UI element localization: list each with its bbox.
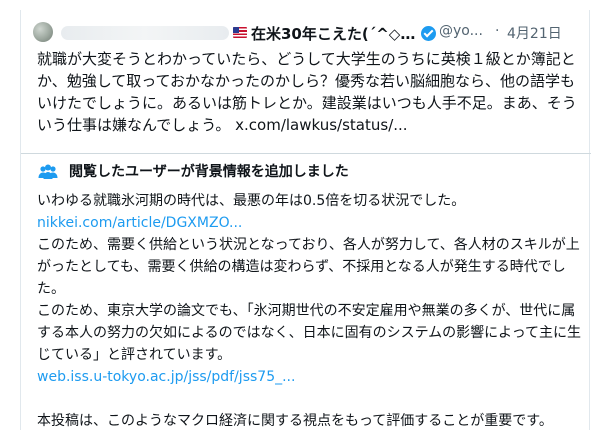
community-note-header: 閲覧したユーザーが背景情報を追加しました <box>37 162 577 182</box>
tweet-header: 在米30年こえた(´^◇^)... @yo... · 4月21日 <box>21 18 591 46</box>
separator-dot: · <box>495 23 500 39</box>
tweet-card: 在米30年こえた(´^◇^)... @yo... · 4月21日 就職が大変そう… <box>20 10 591 430</box>
note-link-utokyo[interactable]: web.iss.u-tokyo.ac.jp/jss/pdf/jss75_... <box>37 366 589 388</box>
note-paragraph: このため、需要く供給という状況となっており、各人が努力して、各人材のスキルが上が… <box>37 237 580 297</box>
note-paragraph: このため、東京大学の論文でも、「氷河期世代の不安定雇用や無業の多くが、世代に属す… <box>37 303 582 363</box>
user-handle[interactable]: @yo... <box>439 23 483 39</box>
note-paragraph: いわゆる就職氷河期の時代は、最悪の年は0.5倍を切る状況でした。 <box>37 193 466 209</box>
blurred-username <box>61 26 229 40</box>
timestamp[interactable]: 4月21日 <box>507 23 562 43</box>
community-note: 閲覧したユーザーが背景情報を追加しました いわゆる就職氷河期の時代は、最悪の年は… <box>21 153 591 430</box>
display-name[interactable]: 在米30年こえた(´^◇^)... <box>251 23 417 44</box>
community-note-title: 閲覧したユーザーが背景情報を追加しました <box>69 164 349 180</box>
community-note-body: いわゆる就職氷河期の時代は、最悪の年は0.5倍を切る状況でした。 nikkei.… <box>37 190 589 432</box>
tweet-body: 就職が大変そうとわかっていたら、どうして大学生のうちに英検１級とか簿記とか、勉強… <box>37 48 589 136</box>
avatar[interactable] <box>33 22 53 42</box>
verified-badge-icon <box>421 26 436 41</box>
tweet-link[interactable]: x.com/lawkus/status/... <box>235 116 407 134</box>
note-spacer <box>37 388 589 410</box>
note-link-nikkei[interactable]: nikkei.com/article/DGXMZO... <box>37 212 589 234</box>
people-icon <box>38 164 58 179</box>
note-paragraph: 本投稿は、このようなマクロ経済に関する視点をもって評価することが重要です。 <box>37 413 553 429</box>
us-flag-icon <box>233 27 247 38</box>
